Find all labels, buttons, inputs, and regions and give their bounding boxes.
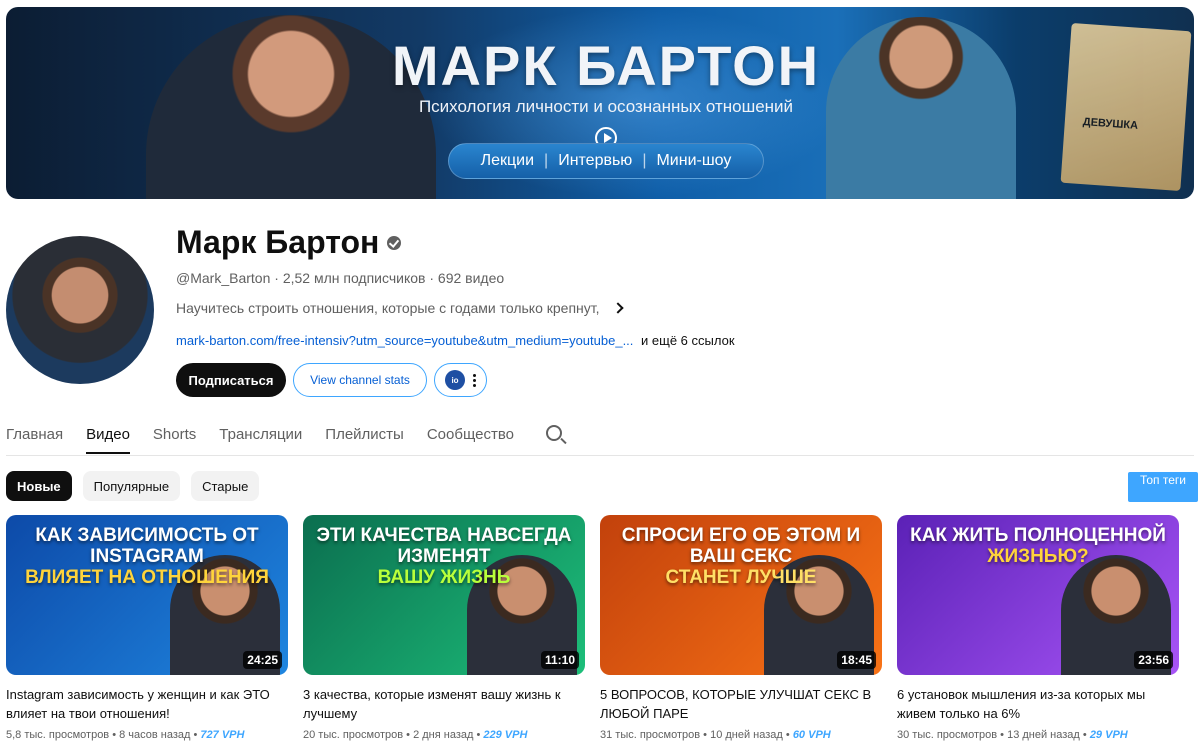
video-title[interactable]: 6 установок мышления из-за которых мы жи… (897, 685, 1173, 723)
chip-oldest[interactable]: Старые (191, 471, 260, 501)
video-vph: 229 VPH (483, 729, 528, 741)
banner-pill: Лекции | Интервью | Мини-шоу (448, 143, 764, 179)
banner-pill-item: Интервью (558, 152, 633, 169)
video-age: 10 дней назад (710, 729, 783, 741)
video-count: 692 видео (437, 270, 505, 286)
banner-pill-item: Мини-шоу (656, 152, 732, 169)
channel-name-row: Марк Бартон (176, 224, 402, 261)
channel-banner: ДЕВУШКА МАРК БАРТОН Психология личности … (6, 7, 1194, 199)
banner-portrait-right (826, 17, 1016, 199)
thumbnail-text: ЭТИ КАЧЕСТВА НАВСЕГДА ИЗМЕНЯТ ВАШУ ЖИЗНЬ (303, 525, 585, 588)
chip-popular[interactable]: Популярные (82, 471, 181, 501)
extension-logo-icon: io (445, 370, 465, 390)
video-title[interactable]: 5 ВОПРОСОВ, КОТОРЫЕ УЛУЧШАТ СЕКС В ЛЮБОЙ… (600, 685, 876, 723)
thumbnail-text-line1: КАК ЗАВИСИМОСТЬ ОТ INSTAGRAM (35, 525, 259, 567)
video-meta: 31 тыс. просмотров • 10 дней назад • 60 … (600, 729, 831, 741)
channel-links: mark-barton.com/free-intensiv?utm_source… (176, 333, 735, 348)
banner-pill-item: Лекции (480, 152, 535, 169)
thumbnail-text-line1: КАК ЖИТЬ ПОЛНОЦЕННОЙ (910, 525, 1166, 546)
video-thumbnail[interactable]: КАК ЗАВИСИМОСТЬ ОТ INSTAGRAM ВЛИЯЕТ НА О… (6, 515, 288, 675)
video-vph: 727 VPH (200, 729, 245, 741)
video-card[interactable]: СПРОСИ ЕГО ОБ ЭТОМ И ВАШ СЕКС СТАНЕТ ЛУЧ… (600, 515, 882, 741)
chip-new[interactable]: Новые (6, 471, 72, 501)
video-meta: 20 тыс. просмотров • 2 дня назад • 229 V… (303, 729, 528, 741)
video-age: 8 часов назад (119, 729, 191, 741)
thumbnail-text: СПРОСИ ЕГО ОБ ЭТОМ И ВАШ СЕКС СТАНЕТ ЛУЧ… (600, 525, 882, 588)
search-icon[interactable] (545, 425, 562, 441)
chevron-right-icon[interactable] (611, 302, 624, 314)
video-views: 5,8 тыс. просмотров (6, 729, 110, 741)
video-thumbnail[interactable]: СПРОСИ ЕГО ОБ ЭТОМ И ВАШ СЕКС СТАНЕТ ЛУЧ… (600, 515, 882, 675)
tab-community[interactable]: Сообщество (427, 414, 514, 453)
video-age: 13 дней назад (1007, 729, 1080, 741)
verified-icon (387, 235, 402, 250)
video-thumbnail[interactable]: КАК ЖИТЬ ПОЛНОЦЕННОЙ ЖИЗНЬЮ? 23:56 (897, 515, 1179, 675)
extension-button[interactable]: io (434, 363, 487, 397)
more-vert-icon[interactable] (473, 373, 476, 387)
subscriber-count: 2,52 млн подписчиков (282, 270, 426, 286)
sort-chips: Новые Популярные Старые (6, 471, 260, 501)
channel-tabs: Главная Видео Shorts Трансляции Плейлист… (6, 414, 1194, 456)
more-links[interactable]: и ещё 6 ссылок (641, 333, 734, 348)
channel-avatar[interactable] (6, 236, 154, 384)
video-card[interactable]: КАК ЗАВИСИМОСТЬ ОТ INSTAGRAM ВЛИЯЕТ НА О… (6, 515, 288, 741)
channel-link[interactable]: mark-barton.com/free-intensiv?utm_source… (176, 333, 633, 348)
channel-handle: @Mark_Barton (176, 270, 271, 286)
thumbnail-text-line1: СПРОСИ ЕГО ОБ ЭТОМ И ВАШ СЕКС (621, 525, 861, 567)
banner-title: МАРК БАРТОН (391, 34, 821, 97)
video-thumbnail[interactable]: ЭТИ КАЧЕСТВА НАВСЕГДА ИЗМЕНЯТ ВАШУ ЖИЗНЬ… (303, 515, 585, 675)
video-age: 2 дня назад (413, 729, 474, 741)
channel-name: Марк Бартон (176, 224, 380, 260)
video-card[interactable]: ЭТИ КАЧЕСТВА НАВСЕГДА ИЗМЕНЯТ ВАШУ ЖИЗНЬ… (303, 515, 585, 741)
video-title[interactable]: Instagram зависимость у женщин и как ЭТО… (6, 685, 282, 723)
video-meta: 30 тыс. просмотров • 13 дней назад • 29 … (897, 729, 1128, 741)
tab-videos[interactable]: Видео (86, 414, 130, 454)
thumbnail-text: КАК ЖИТЬ ПОЛНОЦЕННОЙ ЖИЗНЬЮ? (897, 525, 1179, 567)
video-title[interactable]: 3 качества, которые изменят вашу жизнь к… (303, 685, 579, 723)
video-meta: 5,8 тыс. просмотров • 8 часов назад • 72… (6, 729, 245, 741)
view-channel-stats-button[interactable]: View channel stats (293, 363, 427, 397)
video-duration: 23:56 (1134, 651, 1173, 669)
video-views: 31 тыс. просмотров (600, 729, 701, 741)
video-card[interactable]: КАК ЖИТЬ ПОЛНОЦЕННОЙ ЖИЗНЬЮ? 23:56 6 уст… (897, 515, 1179, 741)
banner-subtitle-part1: Психология личности (418, 97, 589, 116)
video-vph: 60 VPH (792, 729, 831, 741)
thumbnail-text-line2: ЖИЗНЬЮ? (987, 546, 1089, 567)
video-views: 20 тыс. просмотров (303, 729, 404, 741)
video-duration: 24:25 (243, 651, 282, 669)
banner-book: ДЕВУШКА (1060, 23, 1192, 191)
banner-subtitle: Психология личности и осознанных отношен… (366, 97, 846, 117)
video-duration: 11:10 (540, 651, 579, 669)
top-tags-button[interactable]: Топ теги (1128, 472, 1198, 502)
thumbnail-text: КАК ЗАВИСИМОСТЬ ОТ INSTAGRAM ВЛИЯЕТ НА О… (6, 525, 288, 588)
banner-subtitle-part2: и осознанных отношений (593, 97, 794, 116)
channel-description[interactable]: Научитесь строить отношения, которые с г… (176, 300, 624, 316)
channel-meta: @Mark_Barton · 2,52 млн подписчиков · 69… (176, 270, 505, 286)
tab-playlists[interactable]: Плейлисты (325, 414, 404, 453)
tab-shorts[interactable]: Shorts (153, 414, 196, 453)
video-duration: 18:45 (837, 651, 876, 669)
tab-live[interactable]: Трансляции (219, 414, 302, 453)
thumbnail-text-line1: ЭТИ КАЧЕСТВА НАВСЕГДА ИЗМЕНЯТ (316, 525, 572, 567)
thumbnail-text-line2: ВАШУ ЖИЗНЬ (377, 567, 511, 588)
thumbnail-text-line2: ВЛИЯЕТ НА ОТНОШЕНИЯ (25, 567, 269, 588)
thumbnail-text-line2: СТАНЕТ ЛУЧШЕ (665, 567, 817, 588)
video-views: 30 тыс. просмотров (897, 729, 998, 741)
channel-description-text: Научитесь строить отношения, которые с г… (176, 300, 600, 316)
subscribe-button[interactable]: Подписаться (176, 363, 286, 397)
video-vph: 29 VPH (1089, 729, 1128, 741)
banner-book-text: ДЕВУШКА (1082, 116, 1139, 132)
tab-home[interactable]: Главная (6, 414, 63, 453)
